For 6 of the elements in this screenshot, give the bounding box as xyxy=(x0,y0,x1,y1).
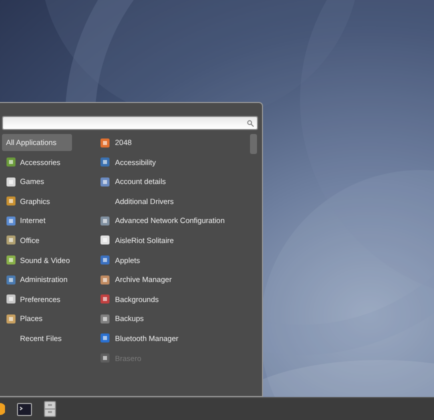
search-icon xyxy=(247,120,254,126)
search-field[interactable] xyxy=(2,116,258,130)
terminal-icon[interactable] xyxy=(17,402,32,416)
launcher-icon[interactable] xyxy=(0,403,5,415)
scrollbar-thumb[interactable] xyxy=(250,134,257,154)
file-cabinet-icon[interactable] xyxy=(44,401,56,417)
